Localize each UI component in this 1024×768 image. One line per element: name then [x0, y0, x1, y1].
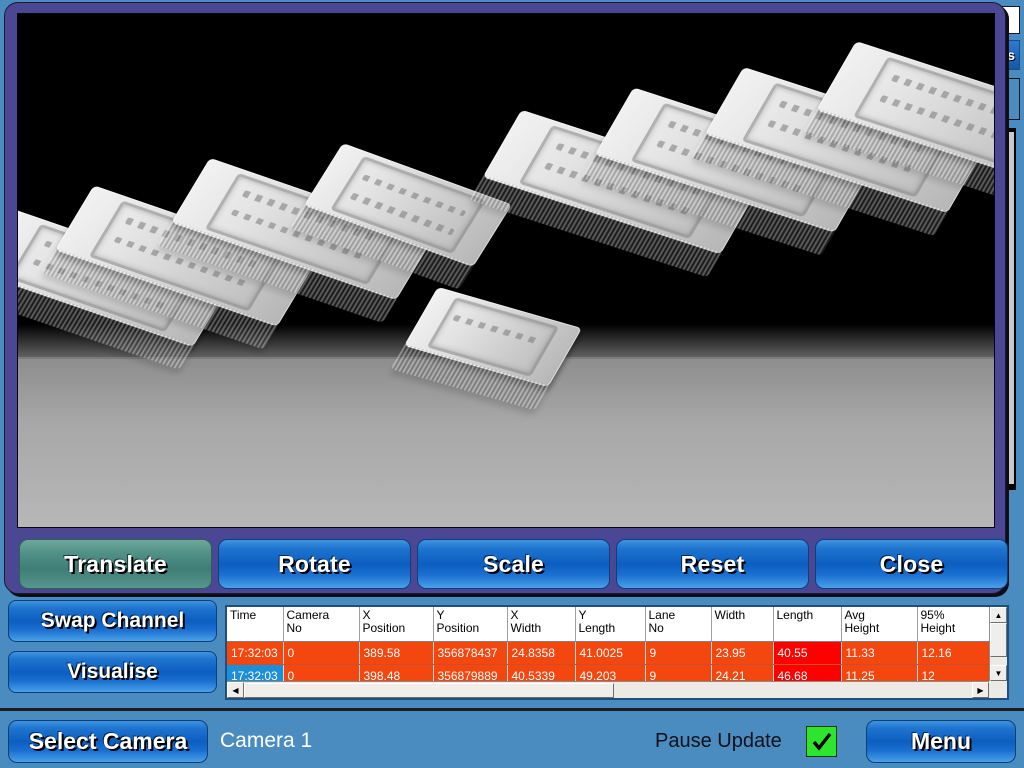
grid-body: 17:32:030389.5835687843724.835841.002592… — [227, 641, 989, 681]
grid-column-header[interactable]: Lane No — [645, 607, 711, 641]
grid-cell[interactable]: 0 — [283, 641, 359, 664]
grid-cell[interactable]: 40.5339 — [507, 664, 575, 681]
grid-header-row: TimeCamera NoX PositionY PositionX Width… — [227, 607, 989, 641]
table-row[interactable]: 17:32:030398.4835687988940.533949.203924… — [227, 664, 989, 681]
measurements-grid[interactable]: TimeCamera NoX PositionY PositionX Width… — [225, 605, 1009, 700]
grid-table: TimeCamera NoX PositionY PositionX Width… — [227, 607, 989, 681]
application-root: s — [0, 0, 1024, 768]
transform-toolbar: Translate Rotate Scale Reset Close — [19, 539, 1008, 589]
grid-cell[interactable]: 17:32:03 — [227, 664, 283, 681]
grid-cell[interactable]: 12.16 — [917, 641, 989, 664]
grid-cell[interactable]: 9 — [645, 664, 711, 681]
scrollbar-corner — [989, 681, 1007, 698]
grid-column-header[interactable]: Camera No — [283, 607, 359, 641]
camera-value-label: Camera 1 — [220, 729, 312, 753]
grid-column-header[interactable]: Width — [711, 607, 773, 641]
grid-cell[interactable]: 24.21 — [711, 664, 773, 681]
grid-column-header[interactable]: Time — [227, 607, 283, 641]
grid-column-header[interactable]: X Position — [359, 607, 433, 641]
triangle-up-icon[interactable]: ▲ — [990, 607, 1007, 623]
pause-update-label: Pause Update — [655, 730, 782, 753]
select-camera-button[interactable]: Select Camera — [8, 720, 208, 763]
menu-button[interactable]: Menu — [866, 720, 1016, 763]
viewer-window: Translate Rotate Scale Reset Close — [4, 2, 1006, 594]
visualise-button[interactable]: Visualise — [8, 651, 217, 693]
background-scrollbar-thumb[interactable] — [1008, 132, 1014, 484]
rotate-button[interactable]: Rotate — [218, 539, 411, 589]
triangle-left-icon[interactable]: ◀ — [227, 682, 244, 698]
grid-column-header[interactable]: X Width — [507, 607, 575, 641]
grid-column-header[interactable]: Length — [773, 607, 841, 641]
grid-cell[interactable]: 24.8358 — [507, 641, 575, 664]
vertical-scroll-track[interactable] — [990, 657, 1007, 665]
grid-cell[interactable]: 0 — [283, 664, 359, 681]
grid-cell[interactable]: 17:32:03 — [227, 641, 283, 664]
grid-column-header[interactable]: 95% Height — [917, 607, 989, 641]
vertical-scroll-thumb[interactable] — [990, 623, 1007, 657]
grid-vertical-scrollbar[interactable]: ▲ ▼ — [989, 607, 1007, 681]
grid-cell[interactable]: 398.48 — [359, 664, 433, 681]
swap-channel-button[interactable]: Swap Channel — [8, 600, 217, 642]
horizontal-scroll-thumb[interactable] — [244, 683, 614, 698]
status-bar: Select Camera Camera 1 Pause Update Menu — [0, 708, 1024, 768]
grid-cell[interactable]: 389.58 — [359, 641, 433, 664]
grid-cell[interactable]: 23.95 — [711, 641, 773, 664]
grid-cell[interactable]: 41.0025 — [575, 641, 645, 664]
grid-cell[interactable]: 356879889 — [433, 664, 507, 681]
pause-update-checkbox[interactable] — [806, 726, 837, 757]
grid-cell[interactable]: 49.203 — [575, 664, 645, 681]
grid-column-header[interactable]: Y Position — [433, 607, 507, 641]
3d-height-map-viewport[interactable] — [17, 13, 995, 528]
grid-cell[interactable]: 46.68 — [773, 664, 841, 681]
grid-horizontal-scrollbar[interactable]: ◀ ▶ — [227, 681, 989, 698]
grid-scroll-area: TimeCamera NoX PositionY PositionX Width… — [227, 607, 989, 681]
grid-cell[interactable]: 40.55 — [773, 641, 841, 664]
reset-button[interactable]: Reset — [616, 539, 809, 589]
scale-button[interactable]: Scale — [417, 539, 610, 589]
close-button[interactable]: Close — [815, 539, 1008, 589]
grid-cell[interactable]: 11.33 — [841, 641, 917, 664]
grid-cell[interactable]: 12 — [917, 664, 989, 681]
grid-cell[interactable]: 9 — [645, 641, 711, 664]
grid-column-header[interactable]: Y Length — [575, 607, 645, 641]
table-row[interactable]: 17:32:030389.5835687843724.835841.002592… — [227, 641, 989, 664]
triangle-right-icon[interactable]: ▶ — [972, 682, 989, 698]
triangle-down-icon[interactable]: ▼ — [990, 665, 1007, 681]
grid-column-header[interactable]: Avg Height — [841, 607, 917, 641]
grid-cell[interactable]: 356878437 — [433, 641, 507, 664]
grid-cell[interactable]: 11.25 — [841, 664, 917, 681]
translate-button[interactable]: Translate — [19, 539, 212, 589]
checkmark-icon — [811, 731, 833, 753]
